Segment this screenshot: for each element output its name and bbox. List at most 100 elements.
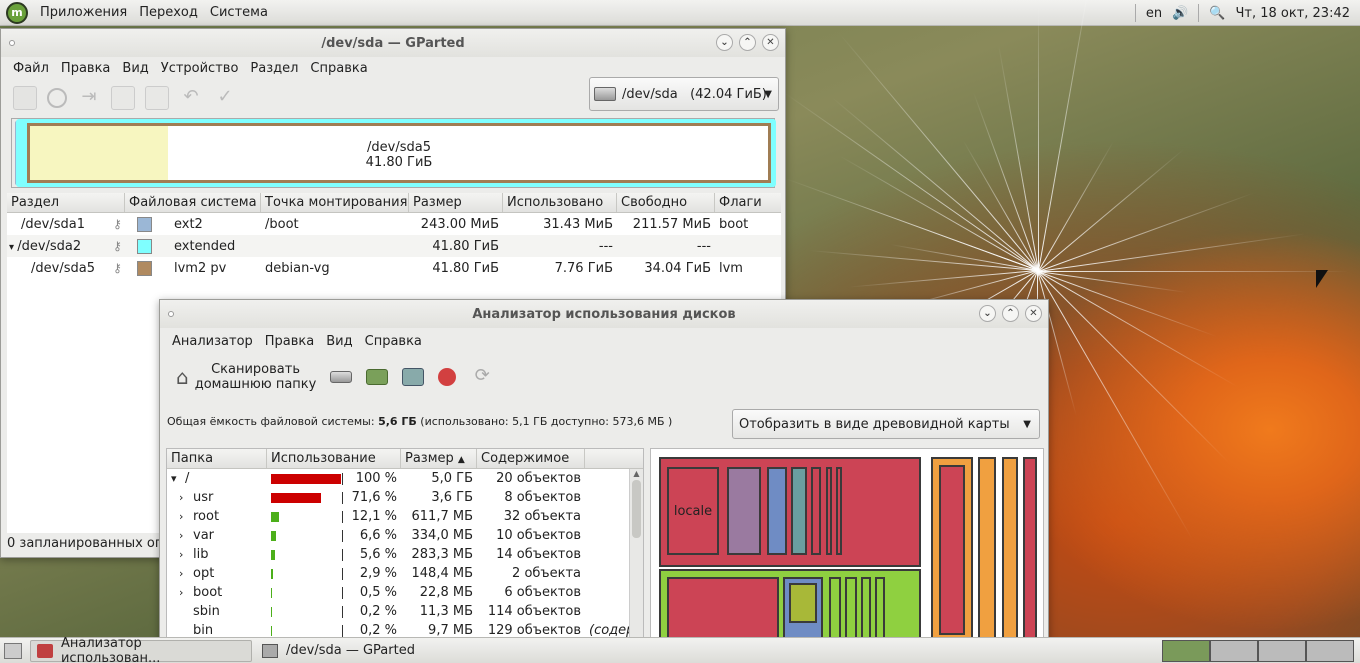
device-selector[interactable]: /dev/sda (42.04 ГиБ) ▼ [589, 77, 779, 111]
copy-icon[interactable] [111, 86, 135, 110]
expander-icon[interactable]: › [179, 510, 193, 523]
scan-remote-icon[interactable] [402, 368, 425, 386]
sda5-map-segment[interactable]: /dev/sda5 41.80 ГиБ [27, 123, 771, 183]
menu-help[interactable]: Справка [304, 61, 373, 76]
menu-analyzer[interactable]: Анализатор [166, 334, 259, 349]
expander-icon[interactable]: ▾ [171, 472, 185, 485]
expander-icon[interactable]: › [179, 567, 193, 580]
col-usage[interactable]: Использование [267, 449, 401, 468]
apply-icon[interactable]: ✓ [213, 86, 237, 110]
menu-view[interactable]: Вид [320, 334, 358, 349]
keyboard-layout[interactable]: en [1146, 6, 1162, 21]
menu-partition[interactable]: Раздел [244, 61, 304, 76]
treemap-block[interactable] [939, 465, 965, 635]
col-partition[interactable]: Раздел [7, 193, 125, 212]
menu-edit[interactable]: Правка [55, 61, 116, 76]
treemap-block[interactable] [789, 583, 817, 623]
tree-row[interactable]: › opt 2,9 % 148,4 МБ 2 объекта [167, 564, 643, 583]
expander-icon[interactable]: › [179, 491, 193, 504]
col-filesystem[interactable]: Файловая система [125, 193, 261, 212]
task-baobab[interactable]: Анализатор использован... [30, 636, 252, 663]
gparted-titlebar[interactable]: /dev/sda — GParted ⌄ ⌃ ✕ [1, 29, 785, 57]
expander-icon[interactable]: › [179, 548, 193, 561]
expander-icon[interactable]: › [179, 529, 193, 542]
treemap-block[interactable] [875, 577, 885, 637]
maximize-button[interactable]: ⌃ [1002, 305, 1019, 322]
treemap-block[interactable] [667, 577, 779, 637]
treemap-block[interactable] [826, 467, 832, 555]
volume-icon[interactable]: 🔊 [1172, 6, 1188, 21]
new-partition-icon[interactable] [13, 86, 37, 110]
tree-row[interactable]: › root 12,1 % 611,7 МБ 32 объекта [167, 507, 643, 526]
scan-home-button[interactable]: ⌂ Сканировать домашнюю папку [176, 362, 316, 392]
table-row[interactable]: /dev/sda1 ⚷ ext2 /boot 243.00 МиБ 31.43 М… [7, 213, 781, 235]
table-row[interactable]: /dev/sda5 ⚷ lvm2 pv debian-vg 41.80 ГиБ 7… [7, 257, 781, 279]
delete-icon[interactable] [47, 88, 67, 108]
menu-device[interactable]: Устройство [155, 61, 245, 76]
stop-icon[interactable] [438, 368, 457, 386]
resize-move-icon[interactable]: ⇥ [77, 86, 101, 110]
clock[interactable]: Чт, 18 окт, 23:42 [1235, 6, 1350, 21]
task-gparted[interactable]: /dev/sda — GParted [256, 640, 421, 662]
col-used[interactable]: Использовано [503, 193, 617, 212]
menu-edit[interactable]: Правка [259, 334, 320, 349]
extended-map-segment[interactable]: /dev/sda5 41.80 ГиБ [16, 119, 776, 187]
menu-view[interactable]: Вид [116, 61, 154, 76]
table-row[interactable]: ▾ /dev/sda2 ⚷ extended 41.80 ГиБ --- --- [7, 235, 781, 257]
col-size[interactable]: Размер [409, 193, 503, 212]
menu-help[interactable]: Справка [359, 334, 428, 349]
treemap-block[interactable] [1023, 457, 1037, 637]
treemap-block[interactable] [727, 467, 761, 555]
close-button[interactable]: ✕ [762, 34, 779, 51]
col-free[interactable]: Свободно [617, 193, 715, 212]
scan-folder-icon[interactable] [366, 369, 389, 385]
scrollbar[interactable]: ▲ [629, 469, 643, 637]
treemap-block[interactable] [1002, 457, 1018, 637]
tree-row[interactable]: › var 6,6 % 334,0 МБ 10 объектов [167, 526, 643, 545]
workspace-4[interactable] [1306, 640, 1354, 662]
refresh-icon[interactable]: ⟳ [470, 365, 494, 389]
expander-icon[interactable]: ▾ [9, 242, 17, 253]
menu-places[interactable]: Переход [133, 5, 204, 20]
workspace-switcher[interactable] [1162, 640, 1354, 662]
paste-icon[interactable] [145, 86, 169, 110]
workspace-3[interactable] [1258, 640, 1306, 662]
scan-filesystem-icon[interactable] [330, 371, 353, 383]
treemap-block[interactable] [861, 577, 871, 637]
col-contents[interactable]: Содержимое [477, 449, 585, 468]
search-icon[interactable]: 🔍 [1209, 6, 1225, 21]
treemap-block[interactable] [767, 467, 787, 555]
tree-row[interactable]: › usr 71,6 % 3,6 ГБ 8 объектов [167, 488, 643, 507]
tree-row[interactable]: ▾/ 100 % 5,0 ГБ 20 объектов [167, 469, 643, 488]
menu-file[interactable]: Файл [7, 61, 55, 76]
workspace-2[interactable] [1210, 640, 1258, 662]
show-desktop-icon[interactable] [4, 642, 22, 659]
treemap-block[interactable] [836, 467, 842, 555]
treemap-locale-block[interactable]: locale [667, 467, 719, 555]
tree-row[interactable]: › lib 5,6 % 283,3 МБ 14 объектов [167, 545, 643, 564]
maximize-button[interactable]: ⌃ [739, 34, 756, 51]
col-folder[interactable]: Папка [167, 449, 267, 468]
menu-system[interactable]: Система [204, 5, 274, 20]
treemap-block[interactable] [845, 577, 857, 637]
view-mode-select[interactable]: Отобразить в виде древовидной карты ▼ [732, 409, 1040, 439]
disk-map[interactable]: /dev/sda5 41.80 ГиБ [11, 118, 776, 188]
mint-menu-icon[interactable]: m [6, 1, 28, 24]
treemap-block[interactable] [811, 467, 821, 555]
workspace-1[interactable] [1162, 640, 1210, 662]
minimize-button[interactable]: ⌄ [979, 305, 996, 322]
expander-icon[interactable]: › [179, 586, 193, 599]
minimize-button[interactable]: ⌄ [716, 34, 733, 51]
treemap[interactable]: locale [650, 448, 1044, 638]
baobab-titlebar[interactable]: Анализатор использования дисков ⌄ ⌃ ✕ [160, 300, 1048, 328]
undo-icon[interactable]: ↶ [179, 86, 203, 110]
col-flags[interactable]: Флаги [715, 193, 781, 212]
col-mountpoint[interactable]: Точка монтирования [261, 193, 409, 212]
menu-applications[interactable]: Приложения [34, 5, 133, 20]
treemap-block[interactable] [791, 467, 807, 555]
close-button[interactable]: ✕ [1025, 305, 1042, 322]
tree-row[interactable]: sbin 0,2 % 11,3 МБ 114 объектов [167, 602, 643, 621]
scroll-up-arrow-icon[interactable]: ▲ [630, 469, 643, 478]
treemap-block[interactable] [978, 457, 996, 637]
treemap-block[interactable] [829, 577, 841, 637]
